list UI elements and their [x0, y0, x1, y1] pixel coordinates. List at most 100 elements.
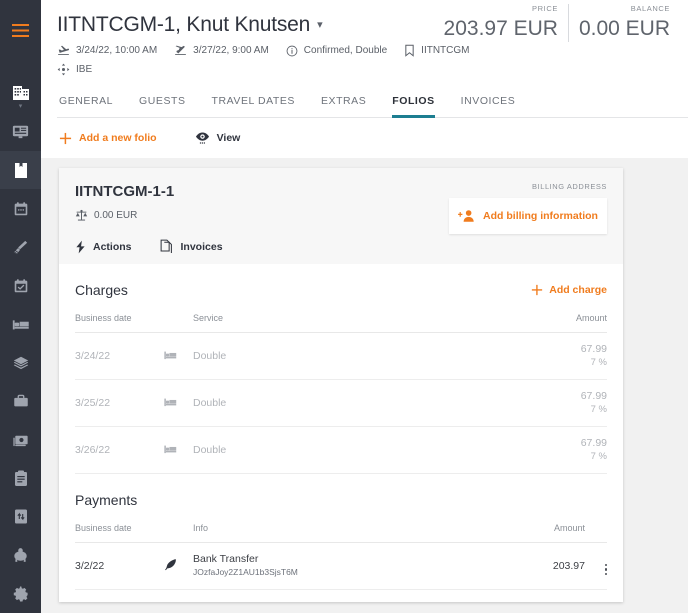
app-root: ▾ IITNTCGM-1, Knut Knutsen ▾ PRICE 203.9…	[0, 0, 688, 613]
gear-icon	[13, 586, 28, 602]
charges-table: Business date Service Amount 3/24/22 Dou…	[75, 310, 607, 474]
payments-table: Business date Info Amount 3/2/22 Bank Tr…	[75, 520, 607, 590]
charge-amount: 67.99	[580, 390, 607, 402]
view-button[interactable]: View	[195, 131, 241, 145]
charge-tax: 7 %	[590, 451, 607, 462]
table-row[interactable]: 3/2/22 Bank Transfer JOzfaJoy2Z1AU1b3Sjs…	[75, 542, 607, 590]
folio-code: IITNTCGM-1-1	[75, 183, 175, 200]
sidebar-item-reports[interactable]	[0, 459, 41, 498]
folio-card-body: Charges Add charge Business date Service…	[59, 264, 623, 602]
kebab-menu-icon[interactable]	[604, 563, 607, 575]
add-billing-information-button[interactable]: Add billing information	[449, 198, 607, 234]
meta-source-text: IBE	[76, 64, 93, 75]
sidebar-menu-toggle[interactable]	[0, 11, 41, 50]
table-row[interactable]: 3/24/22 Double 67.99 7 %	[75, 332, 607, 380]
sidebar-item-accounting[interactable]	[0, 536, 41, 575]
main-area: IITNTCGM-1, Knut Knutsen ▾ PRICE 203.97 E…	[41, 0, 688, 613]
plane-arrival-icon	[58, 45, 70, 55]
chevron-down-icon[interactable]: ▾	[317, 18, 323, 31]
add-charge-button[interactable]: Add charge	[531, 284, 607, 296]
info-circle-icon	[286, 45, 298, 56]
payments-col-icon	[163, 520, 193, 543]
sidebar-item-tasks[interactable]	[0, 266, 41, 305]
main-sidebar: ▾	[0, 0, 41, 613]
broom-icon	[13, 240, 28, 254]
sidebar-item-housekeeping[interactable]	[0, 228, 41, 267]
layers-icon	[13, 356, 28, 369]
sidebar-item-property[interactable]: ▾	[0, 74, 41, 113]
balance-scale-icon	[75, 209, 88, 221]
sidebar-item-reservations[interactable]	[0, 150, 41, 190]
briefcase-icon	[13, 394, 28, 407]
add-new-folio-label: Add a new folio	[79, 132, 157, 144]
tab-travel-dates[interactable]: TRAVEL DATES	[212, 89, 295, 118]
folio-invoices-button[interactable]: Invoices	[160, 239, 223, 254]
payment-reference: JOzfaJoy2Z1AU1b3SjsT6M	[193, 567, 298, 577]
table-row[interactable]: 3/26/22 Double 67.99 7 %	[75, 426, 607, 474]
charge-date: 3/24/22	[75, 332, 163, 380]
bed-icon	[164, 445, 177, 453]
charge-tax: 7 %	[590, 404, 607, 415]
sidebar-item-cashier[interactable]	[0, 420, 41, 459]
sidebar-item-inventory[interactable]	[0, 343, 41, 382]
total-balance-label: BALANCE	[630, 4, 670, 13]
meta-status: Confirmed, Double	[286, 45, 387, 57]
plus-icon	[532, 284, 543, 296]
hamburger-icon	[12, 23, 29, 37]
charges-section-header: Charges Add charge	[75, 264, 607, 310]
billing-address-label: BILLING ADDRESS	[532, 182, 607, 191]
header-totals: PRICE 203.97 EUR BALANCE 0.00 EUR	[434, 4, 688, 42]
add-person-icon	[458, 210, 474, 222]
charge-date: 3/26/22	[75, 426, 163, 474]
charge-service: Double	[193, 379, 517, 427]
add-charge-label: Add charge	[549, 284, 607, 296]
sidebar-item-calendar[interactable]	[0, 189, 41, 228]
charge-amount-cell: 67.99 7 %	[517, 379, 607, 427]
sidebar-item-dashboard[interactable]	[0, 112, 41, 151]
total-balance-value: 0.00 EUR	[578, 17, 670, 40]
add-billing-information-label: Add billing information	[483, 210, 598, 222]
payment-method: Bank Transfer	[193, 553, 259, 565]
charge-date: 3/25/22	[75, 379, 163, 427]
tab-extras[interactable]: EXTRAS	[321, 89, 366, 118]
reservation-tabs: GENERAL GUESTS TRAVEL DATES EXTRAS FOLIO…	[57, 89, 688, 118]
plus-icon	[59, 132, 72, 144]
plane-departure-icon	[175, 45, 187, 55]
meta-departure: 3/27/22, 9:00 AM	[174, 44, 269, 57]
tab-folios[interactable]: FOLIOS	[392, 89, 435, 118]
bed-icon	[12, 320, 29, 330]
piggy-bank-icon	[14, 548, 27, 563]
feather-icon	[165, 559, 176, 571]
payments-col-info: Info	[193, 520, 495, 543]
charge-service: Double	[193, 426, 517, 474]
transfer-icon	[14, 509, 27, 524]
table-row[interactable]: 3/25/22 Double 67.99 7 %	[75, 379, 607, 427]
meta-departure-text: 3/27/22, 9:00 AM	[193, 45, 269, 56]
sidebar-item-transfers[interactable]	[0, 498, 41, 537]
payments-table-body: 3/2/22 Bank Transfer JOzfaJoy2Z1AU1b3Sjs…	[75, 542, 607, 590]
payments-col-menu	[585, 520, 607, 543]
meta-booking-id-text: IITNTCGM	[421, 45, 470, 56]
charge-amount-cell: 67.99 7 %	[517, 426, 607, 474]
payment-icon-cell	[163, 542, 193, 590]
view-label: View	[216, 132, 241, 144]
folio-balance-text: 0.00 EUR	[94, 210, 138, 221]
tab-general[interactable]: GENERAL	[59, 89, 113, 118]
sidebar-item-rooms[interactable]	[0, 305, 41, 344]
chevron-down-icon: ▾	[18, 103, 23, 111]
charge-amount-cell: 67.99 7 %	[517, 332, 607, 380]
sidebar-item-settings[interactable]	[0, 575, 41, 613]
total-balance: BALANCE 0.00 EUR	[567, 4, 680, 42]
billing-address-block: BILLING ADDRESS Add billing information	[449, 182, 607, 234]
header-top-row: IITNTCGM-1, Knut Knutsen ▾ PRICE 203.97 E…	[57, 0, 688, 42]
bookmark-icon	[405, 44, 414, 57]
tab-invoices[interactable]: INVOICES	[461, 89, 516, 118]
folio-actions-button[interactable]: Actions	[75, 240, 132, 254]
charge-icon-cell	[163, 379, 193, 427]
monitor-icon	[12, 125, 29, 139]
add-new-folio-button[interactable]: Add a new folio	[59, 132, 157, 145]
meta-status-text: Confirmed, Double	[303, 45, 388, 56]
sidebar-item-services[interactable]	[0, 382, 41, 421]
lightning-bolt-icon	[76, 240, 85, 253]
tab-guests[interactable]: GUESTS	[139, 89, 185, 118]
